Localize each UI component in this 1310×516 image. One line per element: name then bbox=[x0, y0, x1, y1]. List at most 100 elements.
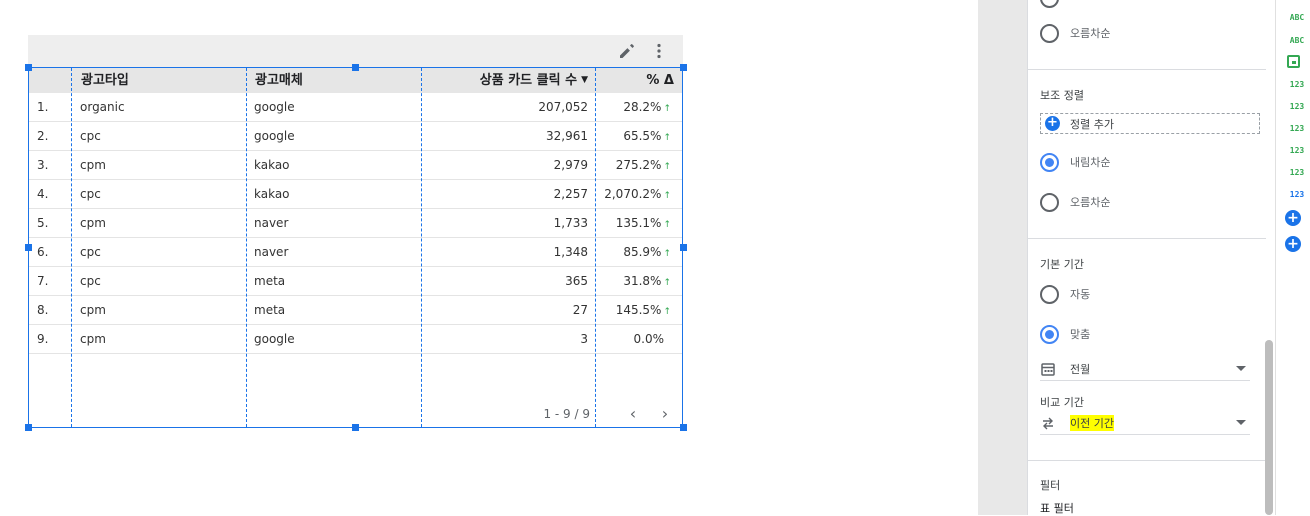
header-card-clicks[interactable]: 상품 카드 클릭 수 ▼ bbox=[480, 68, 588, 93]
row-index: 7. bbox=[37, 274, 49, 288]
panel-gutter bbox=[978, 0, 1027, 515]
column-divider[interactable] bbox=[246, 68, 247, 427]
compare-range-dropdown[interactable]: 이전 기간 bbox=[1040, 411, 1250, 435]
table-row[interactable]: 9. cpm google 3 0.0% bbox=[29, 325, 682, 354]
cell-ad-type: cpm bbox=[80, 158, 106, 172]
table-row[interactable]: 3. cpm kakao 2,979 275.2% ↑ bbox=[29, 151, 682, 180]
delta-value: 28.2% bbox=[623, 100, 662, 114]
widget-toolbar bbox=[28, 35, 683, 67]
number-field-icon[interactable]: 123 bbox=[1286, 80, 1308, 89]
range-auto-option[interactable]: 자동 bbox=[1040, 284, 1090, 304]
table-row[interactable]: 7. cpc meta 365 31.8% ↑ bbox=[29, 267, 682, 296]
cell-ad-media: google bbox=[254, 129, 295, 143]
table-row[interactable]: 6. cpc naver 1,348 85.9% ↑ bbox=[29, 238, 682, 267]
chevron-right-icon[interactable]: › bbox=[656, 405, 674, 423]
table-row[interactable]: 2. cpc google 32,961 65.5% ↑ bbox=[29, 122, 682, 151]
cell-percent-delta: 135.1% ↑ bbox=[616, 209, 671, 238]
resize-handle[interactable] bbox=[25, 64, 32, 71]
compare-range-value: 이전 기간 bbox=[1070, 414, 1114, 431]
resize-handle[interactable] bbox=[352, 424, 359, 431]
table-header: 광고타입 광고매체 상품 카드 클릭 수 ▼ % Δ bbox=[29, 68, 682, 93]
cell-ad-type: cpc bbox=[80, 274, 101, 288]
panel-scrollbar[interactable] bbox=[1265, 340, 1273, 515]
cell-ad-media: google bbox=[254, 332, 295, 346]
radio-button[interactable] bbox=[1040, 192, 1059, 212]
header-ad-type[interactable]: 광고타입 bbox=[81, 68, 129, 93]
cell-ad-media: naver bbox=[254, 245, 289, 259]
cell-card-clicks: 2,979 bbox=[553, 158, 588, 172]
add-field-icon[interactable]: + bbox=[1285, 210, 1301, 226]
filter-title: 필터 bbox=[1040, 479, 1061, 492]
resize-handle[interactable] bbox=[680, 64, 687, 71]
table-row[interactable]: 5. cpm naver 1,733 135.1% ↑ bbox=[29, 209, 682, 238]
row-index: 4. bbox=[37, 187, 49, 201]
column-divider[interactable] bbox=[595, 68, 596, 427]
table-widget[interactable]: 광고타입 광고매체 상품 카드 클릭 수 ▼ % Δ 1. organic googl… bbox=[25, 35, 687, 431]
add-circle-icon: + bbox=[1045, 116, 1060, 131]
text-field-icon[interactable]: ABC bbox=[1286, 36, 1308, 45]
date-field-icon[interactable] bbox=[1287, 55, 1300, 68]
table-row[interactable]: 4. cpc kakao 2,257 2,070.2% ↑ bbox=[29, 180, 682, 209]
default-range-title: 기본 기간 bbox=[1040, 258, 1084, 271]
cell-ad-media: kakao bbox=[254, 158, 290, 172]
delta-value: 145.5% bbox=[615, 303, 662, 317]
sort-desc-icon: ▼ bbox=[581, 75, 588, 85]
cell-ad-media: meta bbox=[254, 303, 286, 317]
radio-label: 내림차순 bbox=[1070, 156, 1111, 169]
radio-button[interactable] bbox=[1040, 152, 1059, 172]
radio-label: 자동 bbox=[1070, 288, 1091, 301]
resize-handle[interactable] bbox=[352, 64, 359, 71]
resize-handle[interactable] bbox=[25, 244, 32, 251]
divider bbox=[1028, 69, 1266, 70]
radio-label: 오름차순 bbox=[1070, 27, 1111, 40]
radio-button[interactable] bbox=[1040, 23, 1059, 43]
cell-card-clicks: 1,348 bbox=[553, 245, 588, 259]
sort-asc-option[interactable]: 오름차순 bbox=[1040, 23, 1110, 43]
delta-value: 31.8% bbox=[623, 274, 662, 288]
date-range-dropdown[interactable]: 전월 bbox=[1040, 357, 1250, 381]
number-field-icon[interactable]: 123 bbox=[1286, 168, 1308, 177]
add-sort-button[interactable]: + 정렬 추가 bbox=[1040, 113, 1260, 134]
table-frame: 광고타입 광고매체 상품 카드 클릭 수 ▼ % Δ 1. organic googl… bbox=[28, 67, 683, 428]
resize-handle[interactable] bbox=[680, 424, 687, 431]
add-field-icon[interactable]: + bbox=[1285, 236, 1301, 252]
arrow-up-icon: ↑ bbox=[663, 133, 671, 143]
cell-card-clicks: 2,257 bbox=[553, 187, 588, 201]
cell-percent-delta: 28.2% ↑ bbox=[623, 93, 671, 122]
row-index: 6. bbox=[37, 245, 49, 259]
cell-percent-delta: 85.9% ↑ bbox=[623, 238, 671, 267]
column-divider[interactable] bbox=[421, 68, 422, 427]
cell-percent-delta: 2,070.2% ↑ bbox=[604, 180, 671, 209]
chevron-left-icon[interactable]: ‹ bbox=[624, 405, 642, 423]
secondary-desc-option[interactable]: 내림차순 bbox=[1040, 152, 1110, 172]
cell-percent-delta: 31.8% ↑ bbox=[623, 267, 671, 296]
radio-label: 오름차순 bbox=[1070, 196, 1111, 209]
header-ad-media[interactable]: 광고매체 bbox=[255, 68, 303, 93]
radio-top-partial[interactable] bbox=[1040, 0, 1059, 8]
arrow-up-icon: ↑ bbox=[663, 307, 671, 317]
divider bbox=[1028, 238, 1266, 239]
radio-button[interactable] bbox=[1040, 284, 1059, 304]
radio-button[interactable] bbox=[1040, 324, 1059, 344]
resize-handle[interactable] bbox=[680, 244, 687, 251]
column-divider[interactable] bbox=[71, 68, 72, 427]
row-index: 8. bbox=[37, 303, 49, 317]
number-field-icon[interactable]: 123 bbox=[1286, 190, 1308, 199]
text-field-icon[interactable]: ABC bbox=[1286, 13, 1308, 22]
table-row[interactable]: 8. cpm meta 27 145.5% ↑ bbox=[29, 296, 682, 325]
number-field-icon[interactable]: 123 bbox=[1286, 124, 1308, 133]
cell-card-clicks: 32,961 bbox=[546, 129, 588, 143]
resize-handle[interactable] bbox=[25, 424, 32, 431]
table-row[interactable]: 1. organic google 207,052 28.2% ↑ bbox=[29, 93, 682, 122]
number-field-icon[interactable]: 123 bbox=[1286, 146, 1308, 155]
range-custom-option[interactable]: 맞춤 bbox=[1040, 324, 1090, 344]
cell-percent-delta: 275.2% ↑ bbox=[616, 151, 671, 180]
delta-value: 2,070.2% bbox=[604, 187, 662, 201]
more-vert-icon[interactable] bbox=[649, 41, 669, 61]
secondary-asc-option[interactable]: 오름차순 bbox=[1040, 192, 1110, 212]
cell-ad-type: cpm bbox=[80, 216, 106, 230]
number-field-icon[interactable]: 123 bbox=[1286, 102, 1308, 111]
edit-pencil-icon[interactable] bbox=[617, 41, 637, 61]
secondary-sort-title: 보조 정렬 bbox=[1040, 89, 1084, 102]
header-percent-delta[interactable]: % Δ bbox=[646, 68, 674, 93]
